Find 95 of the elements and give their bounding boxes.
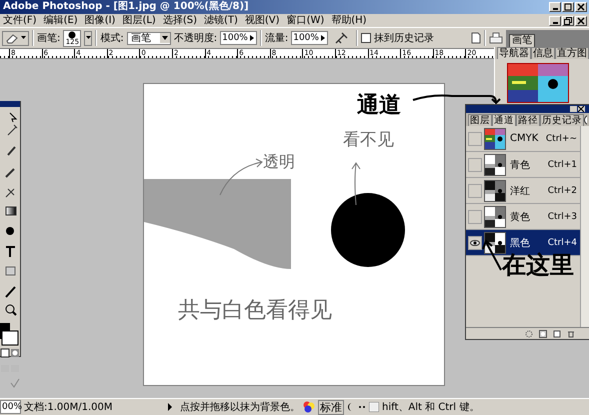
menu-item[interactable]: 窗口(W) — [284, 14, 328, 26]
slider-arrow-icon — [248, 34, 255, 42]
restore-icon — [564, 16, 572, 24]
channel-shortcut: Ctrl+~ — [546, 134, 578, 144]
handwritten-note: 透明 — [263, 153, 295, 171]
minimize-button[interactable] — [549, 16, 561, 26]
channel-row[interactable]: CMYK Ctrl+~ — [466, 126, 580, 152]
slider-arrow-icon — [320, 34, 326, 42]
opacity-label: 不透明度: — [174, 32, 218, 45]
channel-name: 黑色 — [510, 236, 531, 250]
minimize-icon — [552, 22, 558, 24]
channel-shortcut: Ctrl+2 — [548, 186, 578, 196]
flow-label: 流量: — [264, 32, 288, 45]
palette-tab[interactable]: 导航器 — [497, 47, 531, 59]
document-size-info: 文档:1.00M/1.00M — [24, 400, 114, 414]
maximize-icon — [564, 3, 572, 11]
tool-hint-text: 点按并拖移以抹为背景色。 — [180, 400, 300, 414]
eraser-icon — [5, 32, 19, 44]
brush-tip-icon — [68, 30, 76, 38]
brush-label: 画笔: — [37, 32, 60, 45]
channel-thumbnail — [484, 180, 506, 202]
menu-item[interactable]: 文件(F) — [0, 14, 41, 26]
trash-icon[interactable] — [567, 330, 575, 338]
caret-icon — [86, 36, 91, 40]
close-icon — [577, 16, 585, 24]
color-picker-icon[interactable] — [303, 401, 315, 413]
channel-row[interactable]: 洋红 Ctrl+2 — [466, 178, 580, 204]
palette-menu-icon[interactable] — [584, 114, 587, 124]
flow-field[interactable]: 100% — [291, 31, 328, 45]
save-selection-icon[interactable] — [539, 330, 547, 338]
brush-menu-button[interactable] — [84, 30, 92, 46]
channel-name: 黄色 — [510, 210, 531, 224]
key-hint-text: hift、Alt 和 Ctrl 键。 — [382, 400, 480, 414]
visibility-toggle[interactable] — [468, 158, 482, 172]
palette-tab[interactable]: 直方图 — [555, 47, 589, 59]
eraser-tool-button[interactable] — [2, 30, 29, 46]
minimize-icon — [552, 8, 558, 10]
close-icon — [577, 3, 585, 11]
menu-item[interactable]: 编辑(E) — [40, 14, 82, 26]
channel-row[interactable]: 青色 Ctrl+1 — [466, 152, 580, 178]
palette-tab[interactable]: 信息 — [531, 47, 555, 59]
mode-label: 模式: — [100, 32, 124, 45]
channel-shortcut: Ctrl+3 — [548, 212, 578, 222]
navigator-thumbnail — [507, 63, 569, 103]
mode-dropdown[interactable]: 画笔 — [126, 32, 171, 44]
scrollbar[interactable] — [580, 126, 589, 327]
channel-name: 洋红 — [510, 184, 531, 198]
close-button[interactable] — [578, 106, 585, 112]
window-title: Adobe Photoshop - [图1.jpg @ 100%(黑色/8)] — [3, 1, 250, 13]
channel-thumbnail — [484, 206, 506, 228]
new-channel-icon[interactable] — [553, 330, 561, 338]
handwritten-note: 看不见 — [343, 131, 394, 150]
caret-icon — [21, 36, 26, 40]
visibility-toggle[interactable] — [468, 210, 482, 224]
airbrush-icon[interactable] — [334, 32, 349, 44]
toolbox-title-bar — [0, 101, 20, 107]
channel-name: 青色 — [510, 158, 531, 172]
eye-icon — [470, 240, 480, 246]
menu-item[interactable]: 图像(I) — [82, 14, 120, 26]
channel-thumbnail — [484, 154, 506, 176]
arrow-to-channel-row — [481, 239, 503, 271]
channel-thumbnail — [484, 128, 506, 150]
arrow-to-transparent-label — [218, 156, 264, 196]
minimize-button[interactable] — [549, 2, 561, 12]
palette-tab[interactable]: 历史记录 — [540, 114, 584, 126]
restore-button[interactable] — [562, 16, 574, 26]
maximize-button[interactable] — [562, 2, 574, 12]
load-selection-icon[interactable] — [525, 330, 533, 338]
close-icon — [578, 106, 584, 112]
file-browser-icon[interactable] — [489, 32, 503, 44]
channel-shortcut: Ctrl+4 — [548, 238, 578, 248]
visibility-toggle[interactable] — [468, 184, 482, 198]
zoom-field[interactable]: 00% — [0, 400, 21, 414]
channel-name: CMYK — [510, 133, 540, 144]
palette-tab[interactable]: 图层 — [468, 114, 492, 126]
opacity-field[interactable]: 100% — [220, 31, 257, 45]
channel-shortcut: Ctrl+1 — [548, 160, 578, 170]
handwritten-note: 共与白色看得见 — [178, 299, 332, 324]
menu-item[interactable]: 选择(S) — [160, 14, 201, 26]
erase-to-history-label: 抹到历史记录 — [374, 32, 434, 45]
caret-icon — [160, 33, 170, 43]
palette-tab[interactable]: 路径 — [516, 114, 540, 126]
menu-item[interactable]: 图层(L) — [119, 14, 160, 26]
standard-mode-button[interactable]: 标准 — [318, 400, 344, 414]
visibility-toggle[interactable] — [468, 132, 482, 146]
menu-item[interactable]: 视图(V) — [242, 14, 284, 26]
handwritten-note: 通道 — [357, 93, 401, 118]
status-menu-arrow[interactable] — [167, 403, 173, 411]
menu-item[interactable]: 滤镜(T) — [200, 14, 242, 26]
erase-to-history-checkbox[interactable] — [360, 33, 371, 43]
palette-well-tab[interactable]: 画笔 — [509, 34, 535, 46]
menu-item[interactable]: 帮助(H) — [328, 14, 371, 26]
palette-tab[interactable]: 通道 — [492, 114, 516, 126]
visibility-toggle[interactable] — [468, 236, 482, 250]
document-icon[interactable] — [471, 32, 481, 44]
